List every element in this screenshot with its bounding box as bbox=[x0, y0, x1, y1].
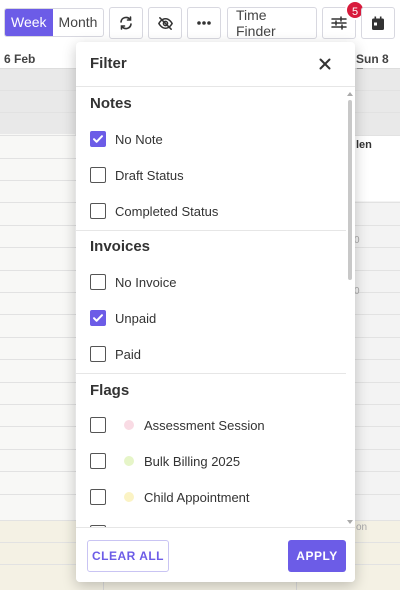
scroll-thumb[interactable] bbox=[348, 100, 352, 280]
filter-panel-footer: CLEAR ALL APPLY bbox=[76, 527, 355, 582]
checkbox[interactable] bbox=[90, 417, 106, 433]
checkbox[interactable] bbox=[90, 167, 106, 183]
filter-option-label: Unpaid bbox=[115, 310, 157, 326]
filter-option-label: Assessment Session bbox=[144, 417, 265, 433]
filter-option-completed-status[interactable]: Completed Status bbox=[90, 199, 340, 223]
view-toggle: Week Month bbox=[4, 8, 105, 37]
filter-title: Filter bbox=[90, 55, 127, 72]
filter-option-assessment-session[interactable]: Assessment Session bbox=[90, 413, 340, 437]
filter-option-draft-status[interactable]: Draft Status bbox=[90, 163, 340, 187]
day-label-left: 6 Feb bbox=[4, 52, 36, 66]
flag-color-dot bbox=[124, 492, 134, 502]
invoices-section-title: Invoices bbox=[90, 238, 151, 255]
check-icon bbox=[93, 135, 103, 143]
calendar-button[interactable] bbox=[361, 7, 395, 39]
checkbox[interactable] bbox=[90, 274, 106, 290]
clear-all-button[interactable]: CLEAR ALL bbox=[87, 540, 169, 572]
check-icon bbox=[93, 314, 103, 322]
calendar-event-label: len bbox=[356, 139, 372, 151]
notes-section-title: Notes bbox=[90, 95, 132, 112]
checkbox[interactable] bbox=[90, 310, 106, 326]
filter-option-unpaid[interactable]: Unpaid bbox=[90, 306, 340, 330]
filter-panel-header: Filter bbox=[76, 42, 355, 87]
filter-option-label: Completed Status bbox=[115, 203, 219, 219]
calendar-toolbar: Week Month Time Finder 5 bbox=[0, 0, 400, 46]
filter-option-label: Paid bbox=[115, 346, 142, 362]
time-finder-button[interactable]: Time Finder bbox=[227, 7, 317, 39]
filter-option-label: No Note bbox=[115, 131, 163, 147]
refresh-icon bbox=[120, 16, 132, 30]
close-icon bbox=[319, 58, 331, 70]
filter-panel-body: Notes No Note Draft Status Completed Sta… bbox=[76, 87, 355, 527]
filter-option-bulk-billing-2025[interactable]: Bulk Billing 2025 bbox=[90, 449, 340, 473]
refresh-button[interactable] bbox=[109, 7, 143, 39]
apply-button[interactable]: APPLY bbox=[288, 540, 346, 572]
filter-option-child-appointment[interactable]: Child Appointment bbox=[90, 485, 340, 509]
filter-option-label: Child Appointment bbox=[144, 489, 250, 505]
checkbox[interactable] bbox=[90, 453, 106, 469]
filter-option-paid[interactable]: Paid bbox=[90, 342, 340, 366]
scroll-up-arrow-icon[interactable] bbox=[347, 91, 353, 97]
filter-option-label: Draft Status bbox=[115, 167, 184, 183]
more-icon bbox=[197, 21, 211, 25]
hide-button[interactable] bbox=[148, 7, 182, 39]
filter-option-label: No Invoice bbox=[115, 274, 177, 290]
checkbox[interactable] bbox=[90, 489, 106, 505]
filter-option-label: Bulk Billing 2025 bbox=[144, 453, 241, 469]
close-button[interactable] bbox=[315, 54, 335, 74]
filter-sliders-icon bbox=[331, 16, 347, 30]
calendar-left-column bbox=[0, 134, 75, 520]
checkbox[interactable] bbox=[90, 346, 106, 362]
filter-option-no-note[interactable]: No Note bbox=[90, 127, 340, 151]
checkbox[interactable] bbox=[90, 131, 106, 147]
filter-panel: Filter Notes No Note Draft Status Comple… bbox=[76, 42, 355, 582]
calendar-fragment: on bbox=[356, 522, 368, 533]
week-view-button[interactable]: Week bbox=[5, 9, 53, 36]
checkbox[interactable] bbox=[90, 203, 106, 219]
eye-off-icon bbox=[157, 16, 173, 30]
flag-color-dot bbox=[124, 420, 134, 430]
flags-section-title: Flags bbox=[90, 382, 130, 399]
flag-color-dot bbox=[124, 456, 134, 466]
time-finder-label: Time Finder bbox=[236, 7, 276, 39]
scroll-down-arrow-icon[interactable] bbox=[347, 519, 353, 525]
more-options-button[interactable] bbox=[187, 7, 221, 39]
month-view-button[interactable]: Month bbox=[53, 9, 104, 36]
calendar-icon bbox=[372, 16, 384, 30]
filter-option-no-invoice[interactable]: No Invoice bbox=[90, 270, 340, 294]
